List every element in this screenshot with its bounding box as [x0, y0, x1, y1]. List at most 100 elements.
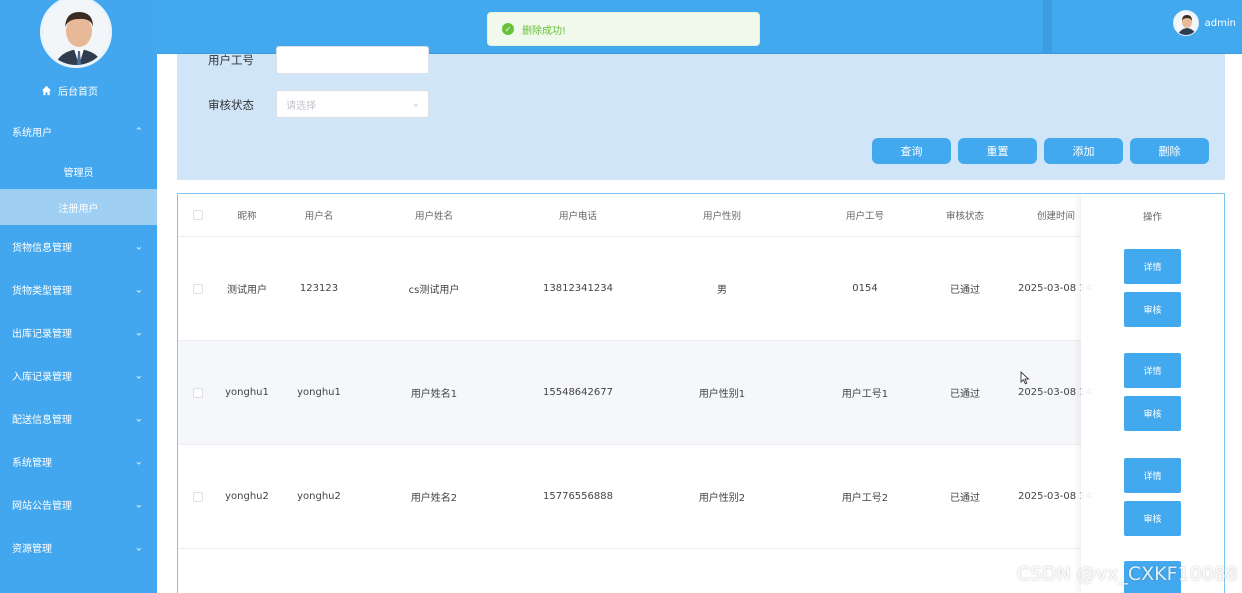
watermark: CSDN @vx_CXKF10088 — [1016, 563, 1238, 585]
detail-button[interactable]: 详情 — [1124, 249, 1181, 284]
cell-employee-no: 0154 — [852, 283, 878, 294]
mouse-cursor-icon — [1020, 371, 1030, 385]
menu-inbound[interactable]: 入库记录管理 ⌄ — [0, 354, 157, 397]
row-checkbox[interactable] — [193, 387, 203, 398]
status-label: 审核状态 — [208, 98, 254, 112]
header-status: 审核状态 — [945, 211, 984, 222]
header-gender: 用户性别 — [702, 211, 741, 222]
menu-label: 系统用户 — [12, 128, 52, 139]
table-row: yonghu1 yonghu1 用户姓名1 15548642677 用户性别1 … — [178, 341, 1224, 445]
header-employee-no: 用户工号 — [845, 211, 884, 222]
sidebar: 后台首页 系统用户 ⌃ 管理员 注册用户 货物信息管理 ⌄ 货物类型管理 ⌄ 出… — [0, 0, 157, 593]
menu-label: 入库记录管理 — [12, 372, 72, 383]
chevron-down-icon: ⌄ — [411, 98, 420, 110]
topbar-divider — [1043, 0, 1052, 54]
cell-real-name: 用户姓名1 — [410, 389, 458, 400]
menu-goods-type[interactable]: 货物类型管理 ⌄ — [0, 268, 157, 311]
row-checkbox-cell[interactable] — [188, 445, 208, 548]
chevron-down-icon: ⌄ — [134, 542, 143, 553]
chevron-down-icon: ⌄ — [134, 456, 143, 467]
table-row: 测试用户 123123 cs测试用户 13812341234 男 0154 已通… — [178, 237, 1224, 341]
menu-label: 资源管理 — [12, 544, 52, 555]
query-button[interactable]: 查询 — [872, 138, 951, 164]
cell-phone: 13812341234 — [543, 283, 613, 294]
audit-button[interactable]: 审核 — [1124, 292, 1181, 327]
submenu-admin[interactable]: 管理员 — [0, 153, 157, 189]
menu-delivery[interactable]: 配送信息管理 ⌄ — [0, 397, 157, 440]
cell-employee-no: 用户工号2 — [841, 493, 889, 504]
delete-button[interactable]: 删除 — [1130, 138, 1209, 164]
check-circle-icon: ✓ — [502, 23, 514, 35]
detail-button[interactable]: 详情 — [1124, 458, 1181, 493]
operations-column: 操作 详情 审核 详情 审核 详情 审核 — [1081, 194, 1224, 593]
chevron-down-icon: ⌄ — [134, 499, 143, 510]
employee-no-input[interactable] — [276, 46, 429, 74]
cell-status: 已通过 — [950, 493, 980, 504]
cell-created-at: 2025-03-08 14 — [1018, 387, 1092, 398]
chevron-down-icon: ⌄ — [134, 284, 143, 295]
status-placeholder: 请选择 — [286, 100, 316, 112]
success-toast: ✓ 删除成功! — [487, 12, 760, 46]
header-operations: 操作 — [1142, 211, 1162, 223]
menu-announcements[interactable]: 网站公告管理 ⌄ — [0, 483, 157, 526]
reset-button[interactable]: 重置 — [958, 138, 1037, 164]
menu-goods-info[interactable]: 货物信息管理 ⌄ — [0, 225, 157, 268]
username: admin — [1204, 17, 1236, 29]
menu-outbound[interactable]: 出库记录管理 ⌄ — [0, 311, 157, 354]
avatar — [40, 0, 112, 68]
row-checkbox[interactable] — [193, 283, 203, 294]
employee-no-label: 用户工号 — [208, 53, 254, 67]
cell-real-name: 用户姓名2 — [410, 493, 458, 504]
chevron-up-icon: ⌃ — [134, 126, 143, 137]
user-menu[interactable]: admin — [1172, 10, 1236, 36]
cell-created-at: 2025-03-08 14 — [1018, 283, 1092, 294]
home-link[interactable]: 后台首页 — [41, 83, 98, 98]
header-phone: 用户电话 — [558, 211, 597, 222]
menu-label: 货物类型管理 — [12, 286, 72, 297]
home-label: 后台首页 — [58, 87, 98, 98]
menu-label: 系统管理 — [12, 458, 52, 469]
detail-button[interactable]: 详情 — [1124, 353, 1181, 388]
header-nickname: 昵称 — [237, 211, 257, 222]
header-real-name: 用户姓名 — [414, 211, 453, 222]
menu-system-users[interactable]: 系统用户 ⌃ — [0, 110, 157, 153]
submenu-label: 注册用户 — [58, 203, 99, 215]
select-all-checkbox[interactable] — [193, 210, 203, 220]
cell-nickname: yonghu1 — [225, 387, 269, 398]
app-root: 后台首页 系统用户 ⌃ 管理员 注册用户 货物信息管理 ⌄ 货物类型管理 ⌄ 出… — [0, 0, 1242, 593]
toast-message: 删除成功! — [522, 25, 567, 37]
chevron-down-icon: ⌄ — [134, 413, 143, 424]
home-icon — [41, 85, 52, 96]
header-username: 用户名 — [304, 211, 334, 222]
menu-label: 配送信息管理 — [12, 415, 72, 426]
select-all-checkbox-cell[interactable] — [188, 194, 208, 236]
cell-employee-no: 用户工号1 — [841, 389, 889, 400]
chevron-down-icon: ⌄ — [134, 241, 143, 252]
add-button[interactable]: 添加 — [1044, 138, 1123, 164]
menu-system[interactable]: 系统管理 ⌄ — [0, 440, 157, 483]
cell-nickname: 测试用户 — [227, 285, 267, 296]
cell-gender: 用户性别2 — [698, 493, 746, 504]
table-header-row: 昵称 用户名 用户姓名 用户电话 用户性别 用户工号 审核状态 创建时间 — [178, 194, 1224, 237]
sidebar-menu: 系统用户 ⌃ 管理员 注册用户 货物信息管理 ⌄ 货物类型管理 ⌄ 出库记录管理… — [0, 110, 157, 569]
row-checkbox[interactable] — [193, 491, 203, 502]
cell-username: 123123 — [299, 283, 339, 294]
chevron-down-icon: ⌄ — [134, 327, 143, 338]
menu-label: 网站公告管理 — [12, 501, 72, 512]
cell-gender: 男 — [717, 285, 727, 296]
menu-label: 货物信息管理 — [12, 243, 72, 254]
cell-username: yonghu1 — [297, 387, 341, 398]
audit-button[interactable]: 审核 — [1124, 501, 1181, 536]
user-avatar — [1172, 10, 1199, 36]
row-checkbox-cell[interactable] — [188, 237, 208, 340]
audit-button[interactable]: 审核 — [1124, 396, 1181, 431]
search-panel: 用户工号 审核状态 请选择 ⌄ 查询 重置 添加 删除 — [177, 46, 1225, 180]
submenu-registered-users[interactable]: 注册用户 — [0, 189, 157, 225]
users-table: 昵称 用户名 用户姓名 用户电话 用户性别 用户工号 审核状态 创建时间 测试用… — [177, 193, 1225, 593]
cell-phone: 15548642677 — [543, 387, 613, 398]
status-select[interactable]: 请选择 ⌄ — [276, 90, 429, 118]
row-checkbox-cell[interactable] — [188, 341, 208, 444]
cell-real-name: cs测试用户 — [408, 285, 460, 296]
cell-created-at: 2025-03-08 14 — [1018, 491, 1092, 502]
menu-resources[interactable]: 资源管理 ⌄ — [0, 526, 157, 569]
